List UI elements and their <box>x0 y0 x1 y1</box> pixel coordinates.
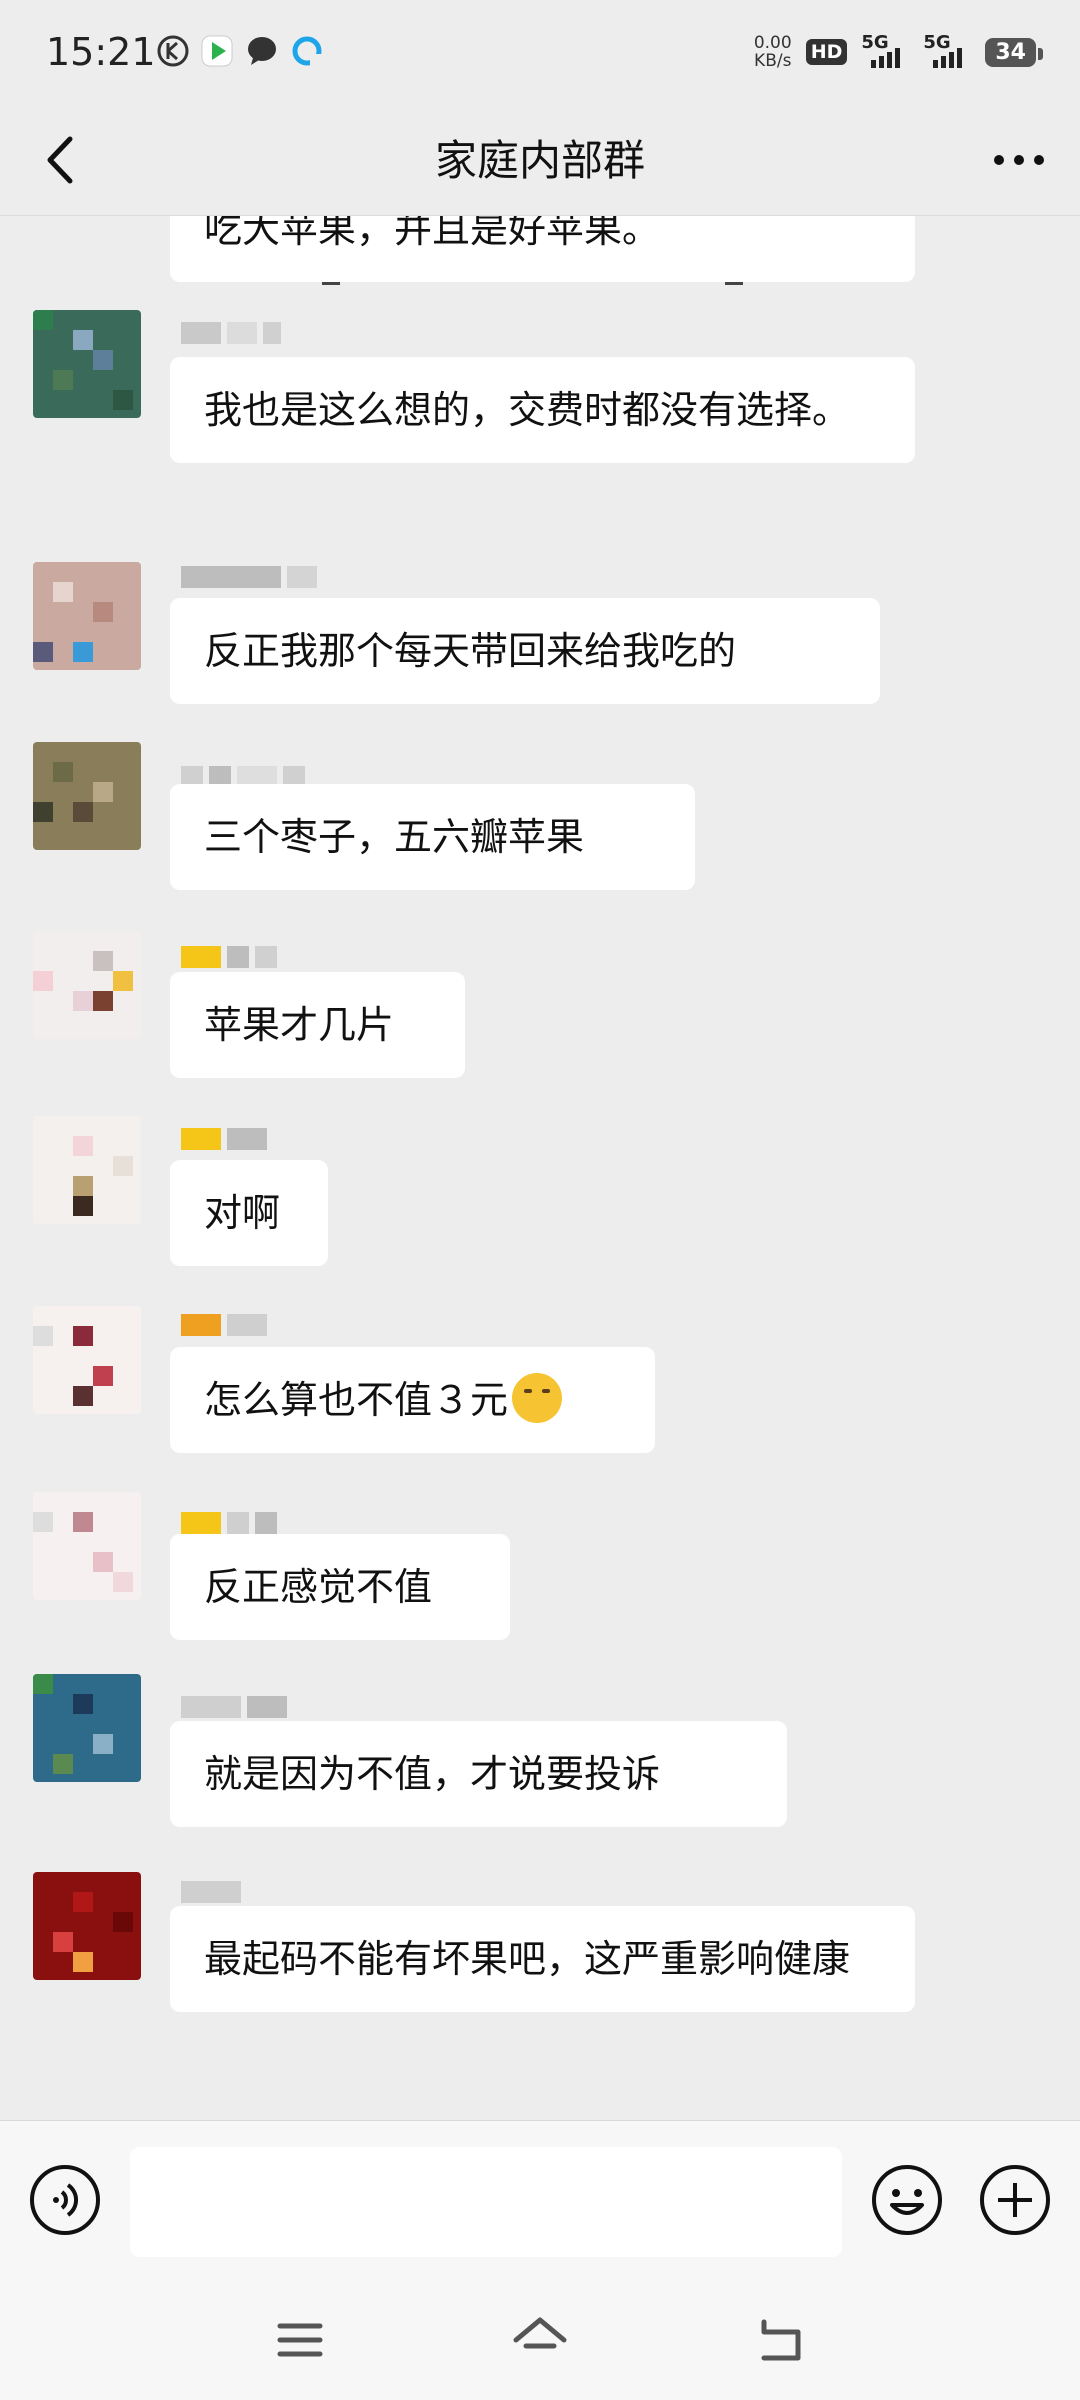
network-speed-unit: KB/s <box>754 51 792 71</box>
nickname-blur <box>181 1314 267 1336</box>
message-bubble[interactable]: 怎么算也不值３元 <box>170 1347 655 1453</box>
menu-icon[interactable] <box>270 2310 330 2370</box>
message-bubble[interactable]: 最起码不能有坏果吧，这严重影响健康 <box>170 1906 915 2012</box>
circle-app-icon <box>292 36 322 66</box>
nickname-blur <box>181 946 277 968</box>
nickname-blur <box>181 322 281 344</box>
avatar[interactable] <box>33 1492 141 1600</box>
message-bubble[interactable]: 我也是这么想的，交费时都没有选择。 <box>170 357 915 463</box>
message-bubble[interactable]: 反正我那个每天带回来给我吃的 <box>170 598 880 704</box>
nickname-blur <box>181 1512 277 1534</box>
hd-badge: HD <box>805 39 848 65</box>
emoji-icon[interactable] <box>870 2163 944 2237</box>
message-bubble[interactable]: 苹果才几片 <box>170 972 465 1078</box>
status-indicators: 0.00 KB/s HD 5G 5G 34 <box>754 30 1043 74</box>
thinking-emoji-icon <box>512 1373 563 1423</box>
nickname-blur <box>181 1881 241 1903</box>
chat-message-list[interactable]: 吃大苹果，并且是好苹果。 我也是这么想的，交费时都没有选择。 反正我那个每天带回… <box>0 216 1080 2120</box>
home-icon[interactable] <box>510 2310 570 2370</box>
avatar[interactable] <box>33 1116 141 1224</box>
avatar[interactable] <box>33 931 141 1039</box>
avatar[interactable] <box>33 742 141 850</box>
status-bar: 15:21 0.00 KB/s HD 5G 5G 34 <box>0 0 1080 105</box>
chat-input-bar <box>0 2120 1080 2286</box>
voice-icon[interactable] <box>28 2163 102 2237</box>
nickname-blur <box>181 1696 287 1718</box>
message-input[interactable] <box>130 2147 842 2257</box>
return-icon[interactable] <box>750 2310 810 2370</box>
battery-icon: 34 <box>985 37 1043 67</box>
message-bubble[interactable]: 三个枣子，五六瓣苹果 <box>170 784 695 890</box>
chat-title: 家庭内部群 <box>434 136 645 185</box>
network-speed-value: 0.00 <box>753 33 792 53</box>
signal-sim1-icon: 5G <box>861 32 909 72</box>
chat-header: 家庭内部群 <box>0 105 1080 285</box>
nickname-blur <box>181 1128 267 1150</box>
system-navigation-bar <box>0 2285 1080 2400</box>
chat-title-wrap: 家庭内部群 <box>435 127 645 188</box>
nickname-blur <box>181 566 317 588</box>
avatar[interactable] <box>33 1872 141 1980</box>
signal-sim2-icon: 5G <box>923 32 971 72</box>
message-bubble[interactable]: 吃大苹果，并且是好苹果。 <box>170 216 915 282</box>
status-time: 15:21 <box>46 30 156 74</box>
play-app-icon <box>201 35 233 67</box>
more-dots-icon[interactable] <box>984 125 1054 195</box>
network-speed: 0.00 KB/s <box>754 34 792 70</box>
plus-icon[interactable] <box>978 2163 1052 2237</box>
avatar[interactable] <box>33 310 141 418</box>
message-text: 怎么算也不值３元 <box>204 1378 509 1422</box>
message-app-icon <box>248 37 276 65</box>
avatar[interactable] <box>33 562 141 670</box>
message-bubble[interactable]: 对啊 <box>170 1160 328 1266</box>
message-bubble[interactable]: 就是因为不值，才说要投诉 <box>170 1721 787 1827</box>
k-app-icon <box>157 35 189 67</box>
avatar[interactable] <box>33 1306 141 1414</box>
message-bubble[interactable]: 反正感觉不值 <box>170 1534 510 1640</box>
avatar[interactable] <box>33 1674 141 1782</box>
